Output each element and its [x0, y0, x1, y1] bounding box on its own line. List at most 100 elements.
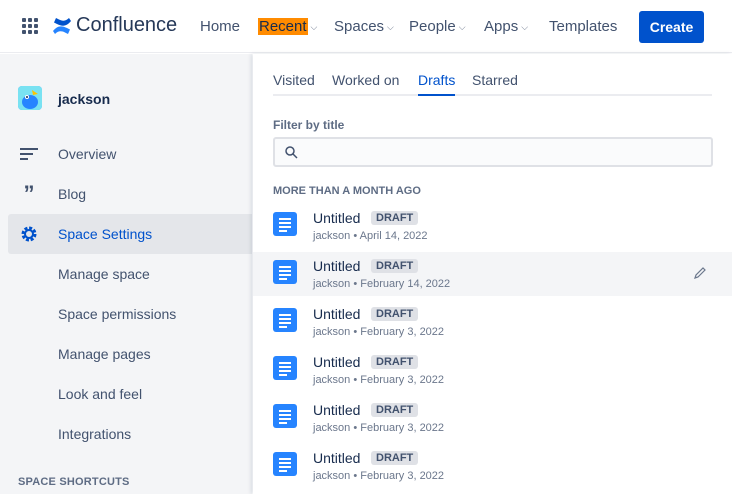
sidebar-item-space-settings[interactable]: Space Settings [8, 214, 252, 254]
create-button[interactable]: Create [639, 11, 704, 43]
draft-author: jackson [313, 230, 351, 242]
draft-title[interactable]: Untitled [313, 258, 360, 274]
draft-row[interactable]: Untitled DRAFT jackson • February 3, 2022 [253, 444, 732, 488]
sidebar-item-label: Blog [58, 186, 87, 202]
space-avatar[interactable] [18, 86, 42, 110]
page-icon [273, 260, 297, 284]
sidebar-item-label: Integrations [58, 426, 132, 442]
draft-meta: jackson • February 3, 2022 [313, 422, 444, 434]
tab-visited[interactable]: Visited [273, 72, 315, 96]
section-heading: MORE THAN A MONTH AGO [273, 185, 421, 197]
filter-input[interactable] [305, 143, 705, 161]
draft-meta: jackson • February 3, 2022 [313, 326, 444, 338]
draft-title[interactable]: Untitled [313, 450, 360, 466]
recent-tabs: Visited Worked on Drafts Starred [273, 72, 712, 96]
chevron-down-icon: ⌵ [458, 21, 466, 32]
page-icon [273, 356, 297, 380]
chevron-down-icon: ⌵ [310, 21, 318, 32]
draft-author: jackson [313, 374, 351, 386]
page-icon [273, 308, 297, 332]
draft-author: jackson [313, 326, 351, 338]
draft-author: jackson [313, 470, 351, 482]
space-sidebar: jackson Overview ” Blog Space Settings M… [0, 54, 252, 494]
top-navigation: Confluence Home Recent ⌵ Spaces ⌵ People… [0, 0, 732, 53]
nav-apps-label: Apps [484, 18, 519, 35]
app-switcher-icon[interactable] [22, 18, 38, 34]
space-name[interactable]: jackson [58, 91, 110, 107]
draft-date: February 3, 2022 [360, 326, 445, 338]
sidebar-item-manage-space[interactable]: Manage space [8, 254, 252, 294]
draft-row[interactable]: Untitled DRAFT jackson • April 14, 2022 [253, 204, 732, 248]
chevron-down-icon: ⌵ [387, 21, 394, 32]
draft-meta: jackson • February 3, 2022 [313, 374, 444, 386]
separator-dot: • [350, 230, 360, 242]
space-shortcuts-heading: SPACE SHORTCUTS [18, 476, 130, 488]
draft-badge: DRAFT [371, 451, 419, 465]
tab-drafts[interactable]: Drafts [418, 72, 456, 96]
recent-dropdown-panel: Visited Worked on Drafts Starred Filter … [253, 54, 732, 494]
nav-home[interactable]: Home [200, 18, 240, 35]
sidebar-item-label: Space Settings [58, 226, 153, 242]
nav-home-label: Home [200, 18, 241, 35]
draft-date: April 14, 2022 [359, 230, 428, 242]
sidebar-item-integrations[interactable]: Integrations [8, 414, 252, 454]
draft-badge: DRAFT [371, 355, 419, 369]
sidebar-item-look-and-feel[interactable]: Look and feel [8, 374, 252, 414]
draft-meta: jackson • April 14, 2022 [313, 230, 428, 242]
product-name[interactable]: Confluence [76, 14, 177, 37]
page-icon [273, 452, 297, 476]
draft-badge: DRAFT [371, 403, 419, 417]
sidebar-item-label: Manage space [58, 266, 150, 282]
draft-author: jackson [313, 422, 351, 434]
nav-apps[interactable]: Apps ⌵ [484, 18, 528, 35]
confluence-logo-icon[interactable] [52, 15, 72, 37]
draft-badge: DRAFT [371, 211, 419, 225]
nav-templates[interactable]: Templates [549, 18, 617, 35]
nav-people-label: People [409, 18, 456, 35]
page-icon [273, 212, 297, 236]
draft-badge: DRAFT [371, 259, 419, 273]
sidebar-item-label: Look and feel [58, 386, 143, 402]
draft-row[interactable]: Untitled DRAFT jackson • February 14, 2022 [253, 252, 732, 296]
draft-badge: DRAFT [371, 307, 419, 321]
draft-row[interactable]: Untitled DRAFT jackson • February 3, 2022 [253, 348, 732, 392]
sidebar-item-label: Overview [58, 146, 117, 162]
edit-pencil-icon[interactable] [693, 266, 707, 280]
sidebar-item-space-permissions[interactable]: Space permissions [8, 294, 252, 334]
draft-meta: jackson • February 14, 2022 [313, 278, 450, 290]
search-icon [285, 146, 298, 159]
tab-worked-on[interactable]: Worked on [332, 72, 399, 96]
sidebar-item-manage-pages[interactable]: Manage pages [8, 334, 252, 374]
separator-dot: • [350, 278, 361, 290]
nav-spaces-label: Spaces [334, 18, 385, 35]
draft-title[interactable]: Untitled [313, 354, 360, 370]
sidebar-item-label: Space permissions [58, 306, 177, 322]
separator-dot: • [350, 470, 361, 482]
draft-row[interactable]: Untitled DRAFT jackson • February 3, 2022 [253, 396, 732, 440]
overview-icon [19, 145, 39, 163]
draft-date: February 3, 2022 [360, 374, 445, 386]
draft-title[interactable]: Untitled [313, 306, 360, 322]
nav-recent-label: Recent [258, 18, 308, 35]
filter-field[interactable] [273, 137, 713, 167]
nav-spaces[interactable]: Spaces ⌵ [334, 18, 394, 35]
draft-author: jackson [313, 278, 351, 290]
separator-dot: • [350, 326, 361, 338]
draft-title[interactable]: Untitled [313, 402, 360, 418]
draft-meta: jackson • February 3, 2022 [313, 470, 444, 482]
draft-date: February 3, 2022 [360, 422, 445, 434]
sidebar-item-blog[interactable]: ” Blog [8, 174, 252, 214]
draft-title[interactable]: Untitled [313, 210, 360, 226]
separator-dot: • [350, 374, 361, 386]
nav-recent[interactable]: Recent ⌵ [258, 18, 317, 35]
sidebar-item-overview[interactable]: Overview [8, 134, 252, 174]
filter-label: Filter by title [273, 118, 345, 132]
gear-icon [19, 225, 39, 243]
tab-starred[interactable]: Starred [472, 72, 518, 96]
draft-date: February 3, 2022 [360, 470, 445, 482]
nav-people[interactable]: People ⌵ [409, 18, 466, 35]
draft-row[interactable]: Untitled DRAFT jackson • February 3, 2022 [253, 300, 732, 344]
blog-quote-icon: ” [23, 181, 35, 206]
chevron-down-icon: ⌵ [521, 21, 529, 32]
separator-dot: • [350, 422, 361, 434]
